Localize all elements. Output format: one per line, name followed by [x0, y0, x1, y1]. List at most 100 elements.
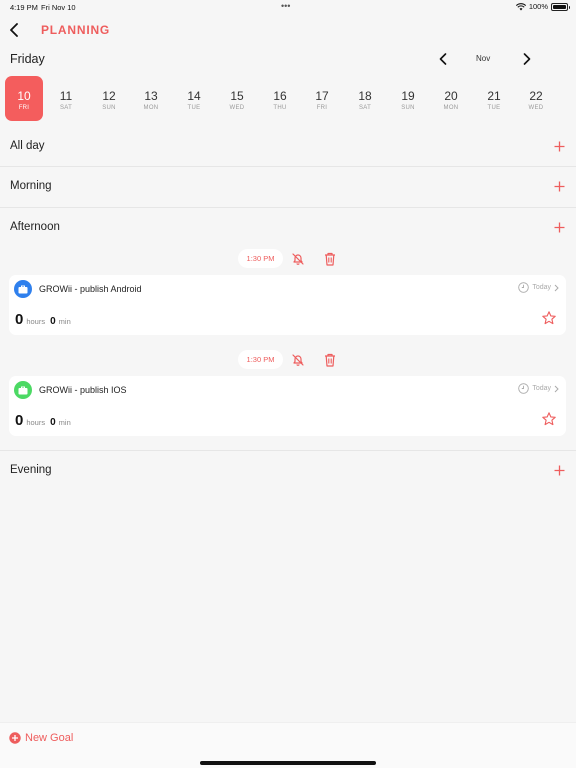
clock-icon [518, 282, 530, 293]
add-evening-button[interactable] [551, 462, 567, 478]
battery-percent: 100% [528, 2, 548, 11]
date-weekday: SUN [102, 105, 116, 111]
duration-hours: 0 [15, 311, 24, 328]
date-number: 19 [401, 89, 415, 103]
selected-day-name: Friday [10, 52, 45, 66]
date-cell[interactable]: 10 FRI [5, 76, 43, 121]
date-strip[interactable]: 10 FRI 11 SAT 12 SUN 13 MON 14 TUE 15 WED 16 TH… [0, 76, 576, 122]
goal-card[interactable]: GROWii - publish Android Today 0 hours 0… [9, 275, 566, 335]
duration-minutes-unit: min [58, 418, 71, 427]
section-morning: Morning [0, 167, 576, 207]
chevron-left-icon [10, 23, 18, 37]
chevron-right-icon [554, 284, 559, 291]
date-number: 21 [487, 89, 501, 103]
date-cell[interactable]: 11 SAT [47, 76, 85, 121]
date-cell[interactable]: 20 MON [432, 76, 470, 121]
date-cell[interactable]: 15 WED [218, 76, 256, 121]
goal-schedule[interactable]: Today [518, 383, 559, 394]
date-weekday: SUN [401, 105, 415, 111]
goal-duration: 0 hours 0 min [15, 412, 73, 429]
trash-icon[interactable] [322, 352, 338, 368]
briefcase-icon [18, 285, 28, 293]
date-cell[interactable]: 18 SAT [346, 76, 384, 121]
section-all-day: All day [0, 127, 576, 167]
date-weekday: T [560, 105, 576, 111]
goal-meta-row: 1:30 PM [0, 249, 576, 269]
next-month-button[interactable] [518, 50, 536, 68]
add-all-day-button[interactable] [551, 138, 567, 154]
date-cell[interactable]: 21 TUE [475, 76, 513, 121]
bell-off-icon[interactable] [290, 251, 306, 267]
previous-month-button[interactable] [434, 50, 452, 68]
new-goal-button[interactable]: New Goal [9, 732, 73, 744]
battery-icon [551, 2, 570, 11]
plus-icon [554, 222, 564, 232]
status-time: 4:19 PM [10, 3, 38, 12]
date-cell[interactable]: 14 TUE [175, 76, 213, 121]
goal-schedule-label: Today [532, 385, 551, 392]
chevron-right-icon [523, 53, 531, 65]
date-weekday: TUE [187, 105, 201, 111]
duration-hours: 0 [15, 412, 24, 429]
date-number: 13 [144, 89, 158, 103]
plus-circle-icon [9, 732, 21, 744]
date-number: 17 [315, 89, 329, 103]
home-indicator[interactable] [200, 761, 376, 765]
date-weekday: TUE [487, 105, 501, 111]
goal-schedule-label: Today [532, 284, 551, 291]
date-number: 15 [230, 89, 244, 103]
date-weekday: MON [443, 105, 459, 111]
date-cell[interactable]: 2T [560, 76, 576, 121]
date-cell[interactable]: 17 FRI [303, 76, 341, 121]
date-weekday: FRI [18, 105, 30, 111]
date-number: 22 [529, 89, 543, 103]
goal-meta-row: 1:30 PM [0, 350, 576, 370]
add-morning-button[interactable] [551, 178, 567, 194]
date-weekday: THU [273, 105, 287, 111]
date-number: 16 [273, 89, 287, 103]
date-cell[interactable]: 22 WED [517, 76, 555, 121]
date-cell[interactable]: 16 THU [261, 76, 299, 121]
goal-schedule[interactable]: Today [518, 282, 559, 293]
clock-icon [518, 383, 530, 394]
goal-card[interactable]: GROWii - publish IOS Today 0 hours 0 min [9, 376, 566, 436]
date-weekday: WED [229, 105, 245, 111]
goal-time-pill[interactable]: 1:30 PM [238, 350, 283, 369]
date-number: 14 [187, 89, 201, 103]
briefcase-icon [18, 386, 28, 394]
date-number: 20 [444, 89, 458, 103]
back-button[interactable] [5, 20, 23, 40]
date-weekday: SAT [358, 105, 372, 111]
goal-category-icon [14, 381, 32, 399]
date-cell[interactable]: 19 SUN [389, 76, 427, 121]
month-navigator: Nov [432, 49, 542, 69]
duration-minutes: 0 [50, 316, 56, 327]
month-label: Nov [476, 54, 491, 63]
trash-icon[interactable] [322, 251, 338, 267]
star-icon[interactable] [541, 310, 557, 326]
duration-hours-unit: hours [26, 418, 46, 427]
section-label: Morning [10, 180, 52, 192]
goal-duration: 0 hours 0 min [15, 311, 73, 328]
multitask-dots[interactable]: ••• [281, 1, 290, 11]
bell-off-icon[interactable] [290, 352, 306, 368]
goal-title: GROWii - publish IOS [39, 385, 127, 395]
date-cell[interactable]: 13 MON [132, 76, 170, 121]
goal-title: GROWii - publish Android [39, 284, 142, 294]
new-goal-label: New Goal [25, 732, 74, 744]
date-weekday: FRI [316, 105, 328, 111]
plus-icon [554, 141, 564, 151]
goal-category-icon [14, 280, 32, 298]
goal-time-pill[interactable]: 1:30 PM [238, 249, 283, 268]
status-bar: 4:19 PM Fri Nov 10 ••• 100% [0, 0, 576, 14]
star-icon[interactable] [541, 411, 557, 427]
page-title: PLANNING [41, 23, 111, 37]
add-afternoon-button[interactable] [551, 219, 567, 235]
date-number: 12 [102, 89, 116, 103]
plus-icon [554, 465, 564, 475]
duration-minutes: 0 [50, 417, 56, 428]
date-cell[interactable]: 12 SUN [90, 76, 128, 121]
plus-icon [554, 181, 564, 191]
date-number: 2 [560, 89, 576, 103]
chevron-right-icon [554, 385, 559, 392]
